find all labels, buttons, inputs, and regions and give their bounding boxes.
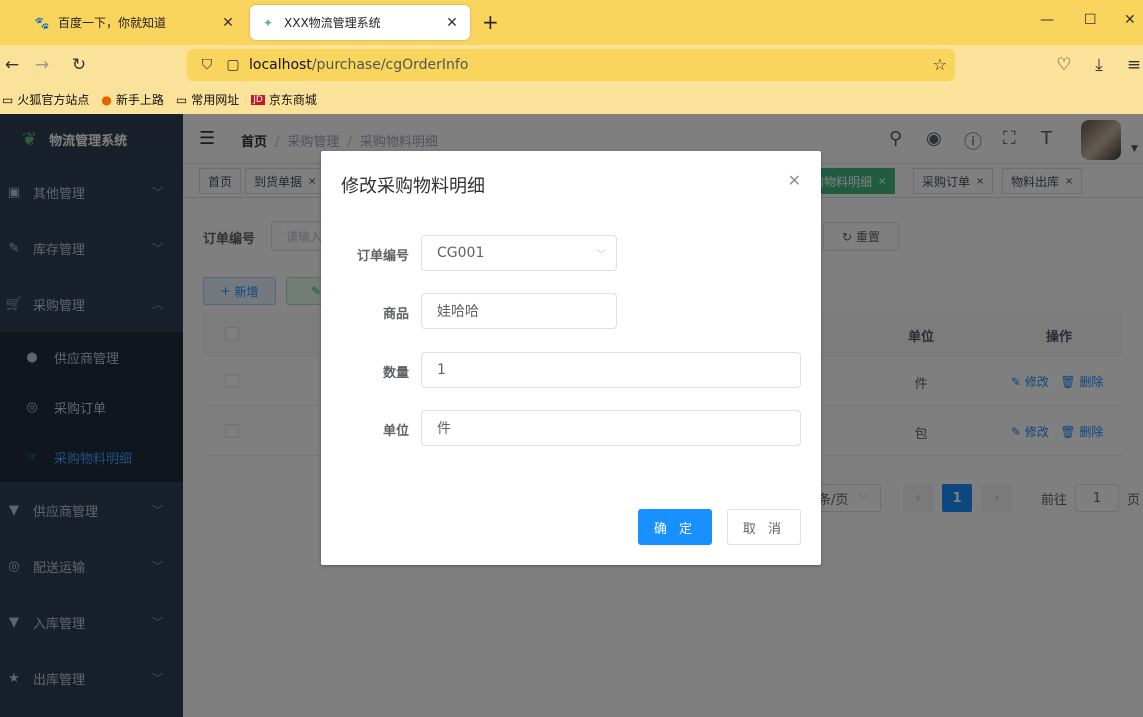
order-no-select[interactable]: CG001 ﹀ <box>421 235 617 271</box>
download-icon[interactable]: ⤓ <box>1087 53 1111 77</box>
folder-icon: ▭ <box>175 92 188 107</box>
folder-icon: ▭ <box>2 92 14 107</box>
quantity-input[interactable]: 1 <box>421 352 801 388</box>
browser-tab-baidu[interactable]: 🐾 百度一下，你就知道 ✕ <box>24 5 246 40</box>
shield-icon: ⛉ <box>201 57 213 73</box>
confirm-button[interactable]: 确 定 <box>638 509 712 545</box>
close-icon[interactable]: ✕ <box>444 15 460 31</box>
forward-arrow-icon[interactable]: → <box>30 53 54 77</box>
bookmark-item[interactable]: JD 京东商城 <box>251 91 317 108</box>
maximize-button[interactable]: ☐ <box>1084 12 1097 28</box>
back-arrow-icon[interactable]: ← <box>0 53 24 77</box>
minimize-button[interactable]: — <box>1040 12 1054 28</box>
edit-purchase-detail-dialog: 修改采购物料明细 ✕ 订单编号 CG001 ﹀ 商品 娃哈哈 数量 1 单位 件… <box>321 151 821 565</box>
order-no-label: 订单编号 <box>356 249 409 264</box>
tab-title: 百度一下，你就知道 <box>58 16 167 30</box>
tab-title: XXX物流管理系统 <box>284 16 381 30</box>
bookmark-item[interactable]: ▭ 火狐官方站点 <box>2 91 89 108</box>
baidu-paw-icon: 🐾 <box>34 15 50 30</box>
pocket-icon[interactable]: ♡ <box>1052 53 1076 77</box>
bookmark-star-icon[interactable]: ☆ <box>933 55 947 74</box>
firefox-icon: ● <box>101 92 112 107</box>
browser-nav-bar: ← → ↻ ⛉ ▢ localhost /purchase/cgOrderInf… <box>0 45 1143 85</box>
new-tab-button[interactable]: + <box>482 10 499 34</box>
cancel-button[interactable]: 取 消 <box>727 509 801 545</box>
menu-icon[interactable]: ≡ <box>1122 53 1143 77</box>
url-path: /purchase/cgOrderInfo <box>311 57 469 73</box>
reload-icon[interactable]: ↻ <box>67 53 91 77</box>
close-icon[interactable]: ✕ <box>220 15 236 31</box>
bookmarks-bar: ▭ 火狐官方站点 ● 新手上路 ▭ 常用网址 JD 京东商城 <box>0 85 1143 114</box>
unit-input[interactable]: 件 <box>421 410 801 446</box>
site-logo-icon: ✦ <box>262 15 274 30</box>
product-select[interactable]: 娃哈哈 <box>421 293 617 329</box>
dialog-title: 修改采购物料明细 <box>341 176 485 197</box>
jd-icon: JD <box>251 94 265 105</box>
bookmark-item[interactable]: ● 新手上路 <box>101 91 164 108</box>
browser-tab-app[interactable]: ✦ XXX物流管理系统 ✕ <box>250 5 470 40</box>
close-icon[interactable]: ✕ <box>788 171 801 190</box>
unit-label: 单位 <box>382 424 409 439</box>
browser-tab-bar: 🐾 百度一下，你就知道 ✕ ✦ XXX物流管理系统 ✕ + — ☐ ✕ <box>0 0 1143 45</box>
quantity-label: 数量 <box>382 366 409 381</box>
url-bar[interactable]: ⛉ ▢ localhost /purchase/cgOrderInfo ☆ <box>187 49 955 81</box>
page-icon: ▢ <box>226 57 240 73</box>
url-host: localhost <box>249 57 312 73</box>
product-label: 商品 <box>382 307 409 322</box>
close-window-button[interactable]: ✕ <box>1124 12 1136 28</box>
bookmark-item[interactable]: ▭ 常用网址 <box>176 91 239 108</box>
chevron-down-icon: ﹀ <box>596 250 606 261</box>
